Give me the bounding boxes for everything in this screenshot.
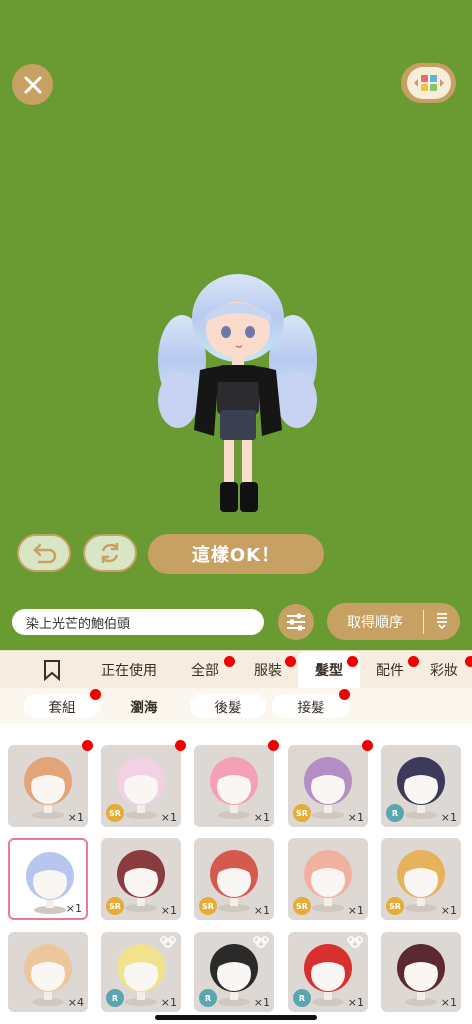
sort-icon (424, 611, 460, 633)
new-indicator (90, 689, 101, 700)
tab-bookmark[interactable] (30, 651, 74, 689)
new-indicator (339, 689, 350, 700)
item-count: ×1 (67, 811, 84, 824)
close-icon (24, 76, 41, 93)
hair-item[interactable]: SR ×1 (381, 838, 461, 920)
item-count: ×1 (347, 996, 364, 1009)
bear-icon (253, 936, 269, 948)
rarity-badge: SR (199, 897, 217, 915)
rarity-badge: SR (293, 897, 311, 915)
tab-all[interactable]: 全部 (182, 651, 228, 689)
item-count: ×1 (253, 811, 270, 824)
item-count: ×1 (160, 996, 177, 1009)
new-indicator (347, 656, 358, 667)
close-button[interactable] (12, 64, 53, 105)
item-name-field[interactable]: 染上光芒的鮑伯頭 (12, 609, 264, 635)
hair-item[interactable]: SR ×1 (194, 838, 274, 920)
undo-button[interactable] (17, 534, 71, 572)
new-indicator (175, 740, 186, 751)
closet-menu-icon (413, 75, 444, 91)
refresh-button[interactable] (83, 534, 137, 572)
hair-item[interactable]: SR ×1 (288, 838, 368, 920)
hair-subtabs: 套組 瀏海 後髮 接髮 (0, 688, 472, 724)
rarity-badge: SR (106, 804, 124, 822)
hair-item[interactable]: SR ×1 (101, 838, 181, 920)
hair-item[interactable]: ×1 (8, 838, 88, 920)
home-indicator (155, 1015, 317, 1020)
rarity-badge: SR (293, 804, 311, 822)
bear-icon (160, 936, 176, 948)
new-indicator (362, 740, 373, 751)
new-indicator (268, 740, 279, 751)
rarity-badge: R (106, 989, 124, 1007)
item-count: ×1 (440, 996, 457, 1009)
item-count: ×1 (440, 811, 457, 824)
tab-accessories[interactable]: 配件 (366, 651, 414, 689)
hair-item[interactable]: SR ×1 (288, 745, 368, 827)
item-count: ×4 (67, 996, 84, 1009)
undo-icon (33, 543, 57, 564)
item-count: ×1 (160, 904, 177, 917)
hair-item[interactable]: R ×1 (381, 745, 461, 827)
item-count: ×1 (253, 904, 270, 917)
item-count: ×1 (160, 811, 177, 824)
hair-item[interactable]: R ×1 (288, 932, 368, 1012)
item-count: ×1 (65, 902, 82, 915)
sort-label: 取得順序 (347, 614, 403, 631)
item-count: ×1 (347, 904, 364, 917)
category-tabs: 正在使用 全部 服裝 髮型 配件 彩妝 (0, 650, 472, 689)
hair-item[interactable]: ×4 (8, 932, 88, 1012)
new-indicator (82, 740, 93, 751)
hair-item[interactable]: ×1 (8, 745, 88, 827)
subtab-set[interactable]: 套組 (24, 694, 100, 718)
new-indicator (465, 656, 472, 667)
hair-item[interactable]: R ×1 (101, 932, 181, 1012)
avatar-figure (158, 274, 317, 512)
bear-icon (347, 936, 363, 948)
hair-item[interactable]: ×1 (381, 932, 461, 1012)
rarity-badge: SR (386, 897, 404, 915)
hair-item[interactable]: R ×1 (194, 932, 274, 1012)
sort-button[interactable]: 取得順序 (327, 603, 460, 640)
confirm-button[interactable]: 這樣OK！ (148, 534, 324, 574)
new-indicator (285, 656, 296, 667)
subtab-extensions[interactable]: 接髮 (272, 694, 350, 718)
subtab-bangs[interactable]: 瀏海 (104, 694, 184, 718)
closet-menu-button[interactable] (401, 63, 456, 103)
rarity-badge: R (386, 804, 404, 822)
subtab-back-hair[interactable]: 後髮 (190, 694, 266, 718)
item-count: ×1 (253, 996, 270, 1009)
tab-in-use[interactable]: 正在使用 (92, 651, 166, 689)
tab-clothing[interactable]: 服裝 (244, 651, 292, 689)
new-indicator (224, 656, 235, 667)
hair-item[interactable]: SR ×1 (101, 745, 181, 827)
rarity-badge: SR (106, 897, 124, 915)
rarity-badge: R (199, 989, 217, 1007)
item-count: ×1 (440, 904, 457, 917)
new-indicator (408, 656, 419, 667)
filter-button[interactable] (278, 604, 314, 640)
refresh-icon (101, 543, 119, 563)
filter-icon (287, 613, 305, 631)
hair-item[interactable]: ×1 (194, 745, 274, 827)
item-count: ×1 (347, 811, 364, 824)
bookmark-icon (44, 660, 60, 681)
rarity-badge: R (293, 989, 311, 1007)
